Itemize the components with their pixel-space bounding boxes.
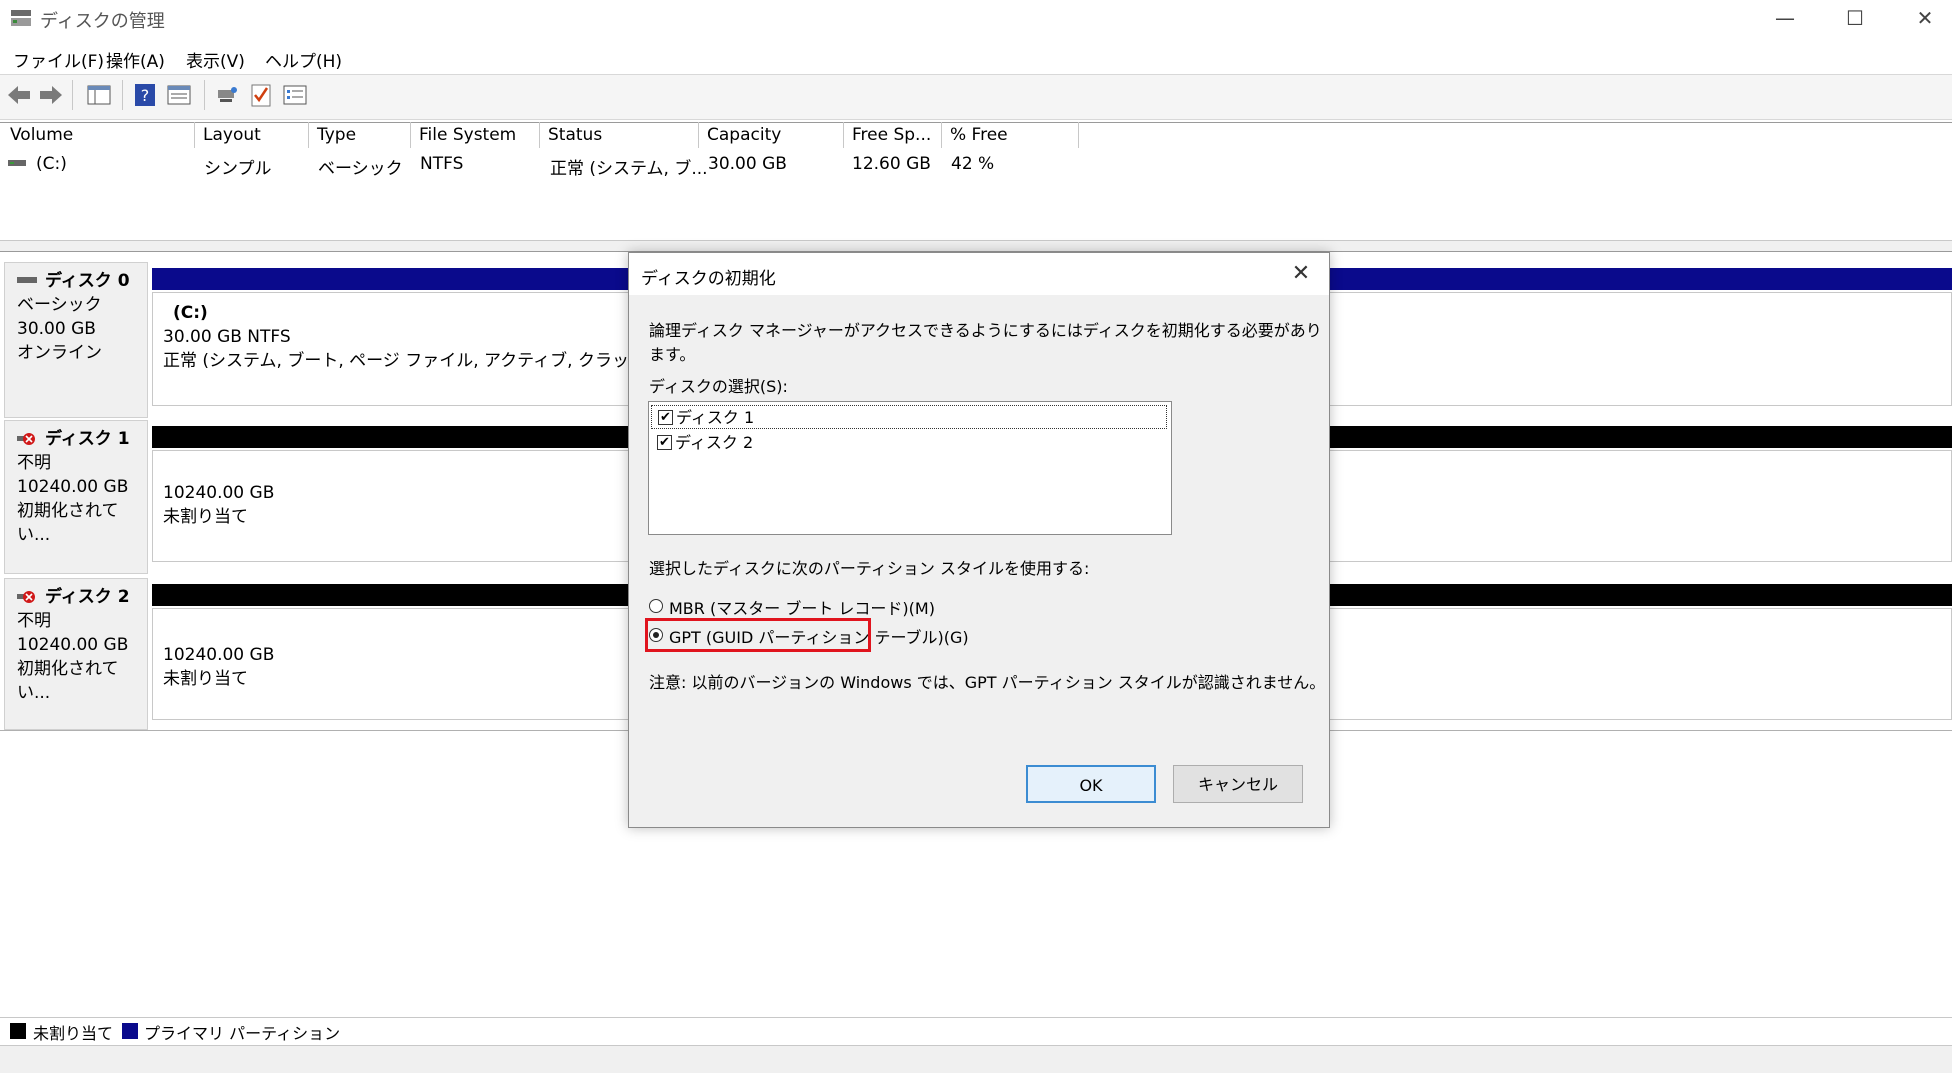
- disk-size: 10240.00 GB: [17, 635, 129, 655]
- help-icon[interactable]: ?: [132, 82, 158, 108]
- close-button[interactable]: ✕: [1890, 0, 1952, 36]
- list-item[interactable]: ✔ ディスク 2: [651, 431, 1167, 455]
- dialog-note: 注意: 以前のバージョンの Windows では、GPT パーティション スタイ…: [649, 673, 1326, 692]
- title-bar: [0, 0, 1952, 36]
- back-arrow-icon[interactable]: [6, 82, 32, 108]
- volume-file-system: NTFS: [420, 154, 464, 174]
- column-header-free-space[interactable]: Free Sp...: [844, 122, 942, 148]
- column-header-volume[interactable]: Volume: [2, 122, 195, 148]
- cancel-button[interactable]: キャンセル: [1173, 765, 1303, 803]
- volume-status: 正常 (システム, ブ...: [550, 159, 708, 179]
- disk-size: 30.00 GB: [17, 319, 96, 339]
- volume-free-space: 12.60 GB: [852, 154, 931, 174]
- pane-splitter[interactable]: [0, 240, 1952, 252]
- partition-title: (C:): [173, 303, 208, 323]
- forward-arrow-icon[interactable]: [38, 82, 64, 108]
- menu-help[interactable]: ヘルプ(H): [265, 47, 342, 72]
- dialog-title: ディスクの初期化: [641, 269, 776, 289]
- disk-2-checkbox[interactable]: ✔: [657, 435, 672, 450]
- menu-file[interactable]: ファイル(F): [13, 47, 104, 72]
- legend-swatch-primary: [122, 1023, 138, 1039]
- console-tree-icon[interactable]: [86, 82, 112, 108]
- disk-size: 10240.00 GB: [17, 477, 129, 497]
- list-icon[interactable]: [282, 82, 308, 108]
- mbr-radio[interactable]: [649, 599, 663, 613]
- disk-2-label[interactable]: ディスク 2 不明 10240.00 GB 初期化されてい...: [4, 578, 148, 730]
- window-title: ディスクの管理: [40, 11, 165, 32]
- toolbar-separator: [204, 80, 205, 110]
- mbr-label[interactable]: MBR (マスター ブート レコード)(M): [669, 595, 935, 619]
- menu-view[interactable]: 表示(V): [186, 47, 245, 72]
- list-item[interactable]: ✔ ディスク 1: [651, 405, 1167, 429]
- dialog-message: 論理ディスク マネージャーがアクセスできるようにするにはディスクを初期化する必要…: [649, 321, 1322, 364]
- partition-status: 未割り当て: [163, 507, 248, 527]
- initialize-disk-dialog: ディスクの初期化 ✕ 論理ディスク マネージャーがアクセスできるようにするにはデ…: [628, 252, 1330, 828]
- volume-drive-icon: [8, 160, 26, 166]
- disk-select-list[interactable]: ✔ ディスク 1 ✔ ディスク 2: [648, 401, 1172, 535]
- column-header-layout[interactable]: Layout: [195, 122, 309, 148]
- disk-type: ベーシック: [17, 295, 102, 315]
- legend-label-primary: プライマリ パーティション: [144, 1024, 341, 1043]
- ok-button[interactable]: OK: [1026, 765, 1156, 803]
- volume-name[interactable]: (C:): [36, 154, 67, 174]
- disk-type: 不明: [17, 611, 51, 631]
- legend-swatch-unallocated: [10, 1023, 26, 1039]
- list-item-label: ディスク 1: [676, 408, 755, 427]
- disk-state: オンライン: [17, 343, 102, 363]
- partition-size: 30.00 GB NTFS: [163, 327, 291, 347]
- disk-0-label[interactable]: ディスク 0 ベーシック 30.00 GB オンライン: [4, 262, 148, 418]
- column-header-status[interactable]: Status: [540, 122, 699, 148]
- disk-type: 不明: [17, 453, 51, 473]
- minimize-button[interactable]: —: [1750, 0, 1820, 36]
- menu-action[interactable]: 操作(A): [106, 47, 165, 72]
- volume-capacity: 30.00 GB: [708, 154, 787, 174]
- column-header-file-system[interactable]: File System: [411, 122, 540, 148]
- disk-error-icon: [17, 591, 35, 603]
- legend-label-unallocated: 未割り当て: [33, 1024, 114, 1043]
- disk-state: 初期化されてい...: [17, 501, 119, 545]
- disk-1-label[interactable]: ディスク 1 不明 10240.00 GB 初期化されてい...: [4, 420, 148, 574]
- gpt-highlight-box: [645, 618, 871, 652]
- toolbar-separator: [72, 80, 73, 110]
- partition-size: 10240.00 GB: [163, 483, 275, 503]
- partition-size: 10240.00 GB: [163, 645, 275, 665]
- svg-text:?: ?: [141, 86, 150, 105]
- disk-error-icon: [17, 433, 35, 445]
- column-header-percent-free[interactable]: % Free: [942, 122, 1079, 148]
- dialog-close-button[interactable]: ✕: [1279, 257, 1323, 291]
- volume-type: ベーシック: [318, 159, 403, 179]
- volume-percent-free: 42 %: [951, 154, 995, 174]
- disk-1-checkbox[interactable]: ✔: [658, 410, 673, 425]
- toolbar-separator: [122, 80, 123, 110]
- list-item-label: ディスク 2: [675, 433, 754, 452]
- maximize-button[interactable]: ☐: [1820, 0, 1890, 36]
- properties-icon[interactable]: [166, 82, 192, 108]
- connect-icon[interactable]: [214, 82, 240, 108]
- disk-management-icon: [11, 10, 31, 26]
- disk-select-label: ディスクの選択(S):: [649, 377, 788, 396]
- status-bar: [0, 1045, 1952, 1073]
- volume-layout: シンプル: [204, 159, 272, 179]
- partition-style-label: 選択したディスクに次のパーティション スタイルを使用する:: [649, 559, 1090, 578]
- disk-state: 初期化されてい...: [17, 659, 119, 703]
- column-header-type[interactable]: Type: [309, 122, 411, 148]
- column-header-capacity[interactable]: Capacity: [699, 122, 844, 148]
- checklist-icon[interactable]: [248, 82, 274, 108]
- disk-icon: [17, 277, 37, 283]
- partition-status: 未割り当て: [163, 669, 248, 689]
